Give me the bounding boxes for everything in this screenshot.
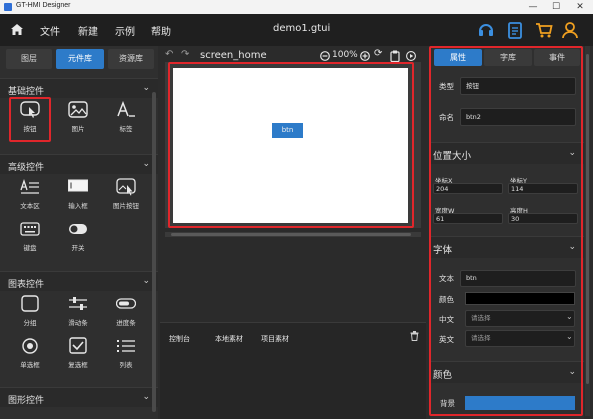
menu-examples[interactable]: 示例 (115, 23, 135, 38)
widget-label: 开关 (71, 244, 85, 252)
list-icon (117, 340, 135, 352)
file-name: demo1.gtui (273, 23, 331, 34)
textarea-icon (20, 178, 39, 194)
section-title: 基础控件 (8, 87, 45, 97)
zoom-in-icon[interactable] (360, 51, 370, 61)
widget-slider[interactable]: 滑动条 (58, 293, 98, 333)
window-title: GT-HMI Designer (16, 2, 71, 9)
widget-switch[interactable]: 开关 (58, 218, 98, 258)
image-icon (68, 101, 88, 118)
widget-textarea[interactable]: 文本区 (10, 176, 50, 216)
scrollbar-thumb[interactable] (171, 233, 411, 236)
headset-icon[interactable] (476, 20, 496, 40)
widget-image-button[interactable]: 图片按钮 (106, 176, 146, 216)
section-title: 图表控件 (8, 280, 45, 290)
widget-label: 进度条 (116, 319, 136, 327)
minimize-icon[interactable]: — (526, 1, 540, 13)
home-icon[interactable] (11, 24, 23, 35)
widget-label-item[interactable]: 标签 (106, 99, 146, 139)
document-icon[interactable] (505, 20, 525, 40)
slider-icon (69, 297, 87, 310)
redo-icon[interactable]: ↷ (181, 49, 189, 60)
close-icon[interactable]: ✕ (573, 1, 587, 13)
zoom-out-icon[interactable] (320, 51, 330, 61)
section-basic-widgets[interactable]: 基础控件 ⌄ (0, 78, 158, 98)
play-icon[interactable] (406, 51, 416, 61)
widget-label: 滑动条 (68, 319, 88, 327)
widget-label: 键盘 (23, 244, 37, 252)
widget-list[interactable]: 列表 (106, 335, 146, 375)
widget-label: 图片按钮 (113, 202, 139, 210)
maximize-icon[interactable]: ☐ (549, 1, 563, 13)
highlight-box-button (9, 97, 51, 142)
menu-help[interactable]: 帮助 (151, 23, 171, 38)
section-graphics-widgets[interactable]: 图形控件 ⌄ (0, 387, 158, 407)
chevron-down-icon: ⌄ (142, 159, 150, 169)
widget-label: 标签 (119, 125, 133, 133)
cart-icon[interactable] (534, 20, 554, 40)
widget-label: 输入框 (68, 202, 88, 210)
widget-label: 列表 (119, 361, 133, 369)
widget-label: 文本区 (20, 202, 40, 210)
left-scrollbar[interactable] (152, 92, 156, 412)
menu-bar: 文件 新建 示例 帮助 demo1.gtui (0, 14, 593, 46)
tab-console[interactable]: 控制台 (169, 334, 190, 344)
tab-resources[interactable]: 资源库 (108, 49, 154, 69)
progress-bar-icon (116, 298, 136, 309)
menu-file[interactable]: 文件 (40, 23, 60, 38)
highlight-box-canvas (168, 62, 414, 228)
right-scrollbar[interactable] (585, 46, 590, 416)
text-label-icon (117, 101, 135, 117)
widget-label: 分组 (23, 319, 37, 327)
widget-input[interactable]: 输入框 (58, 176, 98, 216)
widget-label: 图片 (71, 125, 85, 133)
undo-icon[interactable]: ↶ (165, 49, 173, 60)
trash-icon[interactable] (410, 331, 419, 341)
screen-name: screen_home (200, 50, 267, 61)
canvas-horizontal-scrollbar[interactable] (165, 232, 421, 237)
tab-widgets[interactable]: 元件库 (56, 49, 104, 69)
scrollbar-thumb[interactable] (586, 54, 589, 384)
tab-local-assets[interactable]: 本地素材 (215, 334, 243, 344)
widget-label: 复选框 (68, 361, 88, 369)
chevron-down-icon: ⌄ (142, 83, 150, 93)
checkbox-icon (69, 337, 87, 354)
widget-label: 单选框 (20, 361, 40, 369)
title-bar: GT-HMI Designer — ☐ ✕ (0, 0, 593, 14)
widget-keyboard[interactable]: 键盘 (10, 218, 50, 258)
section-title: 高级控件 (8, 163, 45, 173)
widget-image[interactable]: 图片 (58, 99, 98, 139)
refresh-icon[interactable]: ⟳ (374, 48, 382, 59)
zoom-level: 100% (332, 50, 358, 60)
chevron-down-icon: ⌄ (142, 392, 150, 402)
input-box-icon (68, 179, 88, 192)
chevron-down-icon: ⌄ (142, 276, 150, 286)
section-title: 图形控件 (8, 396, 45, 406)
user-icon[interactable] (560, 20, 580, 40)
widget-group[interactable]: 分组 (10, 293, 50, 333)
image-button-icon (116, 178, 136, 196)
tab-layers[interactable]: 图层 (6, 49, 52, 69)
section-advanced-widgets[interactable]: 高级控件 ⌄ (0, 154, 158, 174)
highlight-box-properties (429, 46, 583, 416)
tab-project-assets[interactable]: 项目素材 (261, 334, 289, 344)
app-icon (4, 3, 12, 11)
toggle-switch-icon (69, 224, 87, 234)
widget-radio[interactable]: 单选框 (10, 335, 50, 375)
keyboard-icon (20, 222, 40, 236)
console-panel: 控制台 本地素材 项目素材 (160, 322, 426, 419)
section-chart-widgets[interactable]: 图表控件 ⌄ (0, 271, 158, 291)
widget-checkbox[interactable]: 复选框 (58, 335, 98, 375)
widget-progress[interactable]: 进度条 (106, 293, 146, 333)
menu-new[interactable]: 新建 (78, 23, 98, 38)
clipboard-icon[interactable] (390, 50, 400, 62)
radio-icon (22, 338, 38, 354)
group-icon (21, 295, 39, 312)
